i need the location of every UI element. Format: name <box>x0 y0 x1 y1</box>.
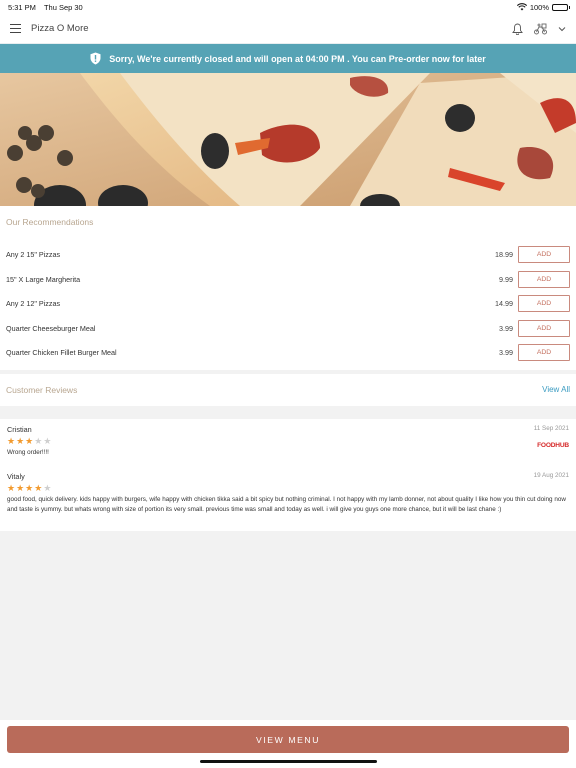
recommendations-section: Our Recommendations Any 2 15" Pizzas 18.… <box>0 206 576 370</box>
status-time: 5:31 PM <box>8 2 36 12</box>
battery-icon <box>552 3 570 11</box>
add-button[interactable]: ADD <box>518 270 570 288</box>
shield-alert-icon <box>90 52 101 65</box>
battery-percent: 100% <box>529 2 549 12</box>
item-price: 9.99 <box>499 274 513 284</box>
recommendation-item: Any 2 15" Pizzas 18.99 ADD <box>0 244 576 264</box>
review-item: Cristian 11 Sep 2021 FOODHUB ★ ★ ★ ★ ★ Wrong… <box>0 425 576 458</box>
star-empty-icon: ★ <box>34 436 43 446</box>
star-filled-icon: ★ <box>34 483 43 493</box>
review-item: Vitaly 19 Aug 2021 ★ ★ ★ ★ ★ good food, quic… <box>0 472 576 515</box>
recommendation-item: Quarter Chicken Fillet Burger Meal 3.99 … <box>0 342 576 362</box>
reviews-list: Cristian 11 Sep 2021 FOODHUB ★ ★ ★ ★ ★ Wrong… <box>0 419 576 531</box>
item-price: 14.99 <box>495 298 513 308</box>
reviewer-name: Vitaly <box>7 472 25 481</box>
star-filled-icon: ★ <box>7 483 16 493</box>
hero-pizza-image <box>0 73 576 206</box>
review-text: good food, quick delivery. kids happy wi… <box>7 496 566 513</box>
star-empty-icon: ★ <box>43 436 52 446</box>
chevron-down-icon[interactable] <box>558 26 566 32</box>
review-date: 11 Sep 2021 <box>533 425 569 432</box>
recommendation-item: 15" X Large Margherita 9.99 ADD <box>0 269 576 289</box>
star-filled-icon: ★ <box>7 436 16 446</box>
add-button[interactable]: ADD <box>518 294 570 312</box>
item-name: 15" X Large Margherita <box>6 274 81 284</box>
recommendations-title: Our Recommendations <box>6 217 94 227</box>
recommendation-item: Quarter Cheeseburger Meal 3.99 ADD <box>0 318 576 338</box>
item-name: Quarter Chicken Fillet Burger Meal <box>6 347 117 357</box>
reviews-title: Customer Reviews <box>6 385 78 395</box>
view-all-link[interactable]: View All <box>542 385 570 394</box>
item-name: Any 2 12" Pizzas <box>6 298 61 308</box>
wifi-icon <box>516 3 527 11</box>
closed-banner: Sorry, We're currently closed and will o… <box>0 44 576 73</box>
restaurant-title: Pizza O More <box>31 23 89 34</box>
status-bar: 5:31 PM Thu Sep 30 100% <box>0 0 576 14</box>
item-price: 3.99 <box>499 347 513 357</box>
star-filled-icon: ★ <box>25 436 34 446</box>
item-name: Any 2 15" Pizzas <box>6 249 61 259</box>
closed-message: Sorry, We're currently closed and will o… <box>109 53 486 64</box>
foodhub-logo: FOODHUB <box>537 442 569 449</box>
star-filled-icon: ★ <box>25 483 34 493</box>
reviewer-name: Cristian <box>7 425 32 434</box>
recommendation-item: Any 2 12" Pizzas 14.99 ADD <box>0 293 576 313</box>
bell-icon[interactable] <box>512 23 523 35</box>
item-price: 18.99 <box>495 249 513 259</box>
view-menu-button[interactable]: VIEW MENU <box>7 726 569 753</box>
bottom-bar: VIEW MENU <box>0 720 576 768</box>
star-filled-icon: ★ <box>16 483 25 493</box>
review-text: Wrong order!!!! <box>7 449 49 456</box>
delivery-icon[interactable] <box>533 23 548 35</box>
menu-icon[interactable] <box>10 24 21 33</box>
review-date: 19 Aug 2021 <box>533 472 569 479</box>
star-rating: ★ ★ ★ ★ ★ <box>7 436 569 446</box>
add-button[interactable]: ADD <box>518 343 570 361</box>
add-button[interactable]: ADD <box>518 319 570 337</box>
status-date: Thu Sep 30 <box>43 2 83 12</box>
add-button[interactable]: ADD <box>518 245 570 263</box>
top-navbar: Pizza O More <box>0 14 576 44</box>
home-indicator <box>200 760 377 763</box>
star-empty-icon: ★ <box>43 483 52 493</box>
item-price: 3.99 <box>499 323 513 333</box>
item-name: Quarter Cheeseburger Meal <box>6 323 96 333</box>
star-rating: ★ ★ ★ ★ ★ <box>7 483 569 493</box>
reviews-header: Customer Reviews View All <box>0 374 576 406</box>
star-filled-icon: ★ <box>16 436 25 446</box>
